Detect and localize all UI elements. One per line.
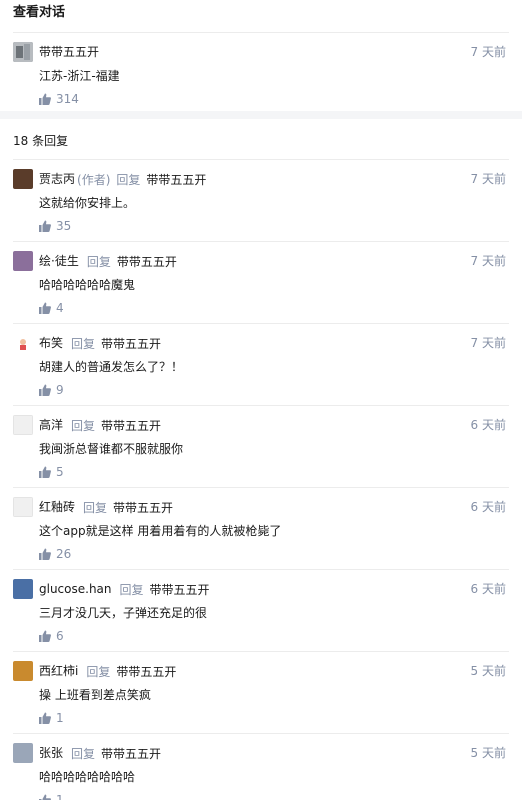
like-button[interactable]: 9 bbox=[39, 382, 509, 398]
reply-time: 5 天前 bbox=[470, 664, 506, 678]
avatar[interactable] bbox=[13, 579, 33, 599]
reply-target-user[interactable]: 带带五五开 bbox=[101, 745, 161, 762]
like-count: 35 bbox=[56, 219, 72, 233]
like-count: 5 bbox=[56, 465, 64, 479]
reply-item: 高洋 回复 带带五五开 6 天前 我闽浙总督谁都不服就服你 5 bbox=[0, 406, 522, 487]
page-title: 查看对话 bbox=[13, 5, 66, 20]
reply-target-user[interactable]: 带带五五开 bbox=[101, 335, 161, 352]
avatar[interactable] bbox=[13, 497, 33, 517]
conversation-header: 查看对话 bbox=[0, 0, 522, 32]
reply-author[interactable]: 布笑 bbox=[39, 333, 63, 353]
avatar[interactable] bbox=[13, 333, 33, 353]
thumbs-up-icon bbox=[39, 630, 51, 642]
thumbs-up-icon bbox=[39, 794, 51, 800]
like-count: 314 bbox=[56, 92, 79, 106]
reply-author[interactable]: 高洋 bbox=[39, 415, 63, 435]
thumbs-up-icon bbox=[39, 93, 51, 105]
reply-content: 哈哈哈哈哈哈哈哈 bbox=[39, 770, 136, 784]
reply-label: 回复 bbox=[116, 172, 141, 187]
reply-content: 操 上班看到差点笑疯 bbox=[39, 688, 151, 702]
reply-author[interactable]: 红釉砖 bbox=[39, 497, 75, 517]
reply-author[interactable]: 西红柿i bbox=[39, 661, 78, 681]
like-count: 4 bbox=[56, 301, 64, 315]
reply-item: 张张 回复 带带五五开 5 天前 哈哈哈哈哈哈哈哈 1 bbox=[0, 734, 522, 800]
thumbs-up-icon bbox=[39, 712, 51, 724]
reply-item: 西红柿i 回复 带带五五开 5 天前 操 上班看到差点笑疯 1 bbox=[0, 652, 522, 733]
section-divider bbox=[0, 111, 522, 119]
reply-time: 5 天前 bbox=[470, 746, 506, 760]
reply-target-user[interactable]: 带带五五开 bbox=[101, 417, 161, 434]
like-count: 9 bbox=[56, 383, 64, 397]
like-button[interactable]: 4 bbox=[39, 300, 509, 316]
avatar[interactable] bbox=[13, 169, 33, 189]
reply-item: glucose.han 回复 带带五五开 6 天前 三月才没几天，子弹还充足的很… bbox=[0, 570, 522, 651]
reply-target-user[interactable]: 带带五五开 bbox=[113, 499, 173, 516]
thumbs-up-icon bbox=[39, 302, 51, 314]
thumbs-up-icon bbox=[39, 384, 51, 396]
reply-content: 这就给你安排上。 bbox=[39, 196, 136, 210]
reply-label: 回复 bbox=[86, 664, 111, 679]
reply-target-user[interactable]: 带带五五开 bbox=[117, 253, 177, 270]
like-count: 6 bbox=[56, 629, 64, 643]
reply-target-user[interactable]: 带带五五开 bbox=[116, 663, 176, 680]
reply-time: 6 天前 bbox=[470, 582, 506, 596]
reply-content: 我闽浙总督谁都不服就服你 bbox=[39, 442, 184, 456]
reply-author[interactable]: 贾志丙 bbox=[39, 169, 75, 189]
avatar[interactable] bbox=[13, 251, 33, 271]
like-count: 1 bbox=[56, 711, 64, 725]
like-count: 1 bbox=[56, 793, 64, 800]
reply-item: 绘·徒生 回复 带带五五开 7 天前 哈哈哈哈哈哈魔鬼 4 bbox=[0, 242, 522, 323]
avatar[interactable] bbox=[13, 661, 33, 681]
reply-label: 回复 bbox=[119, 582, 144, 597]
thumbs-up-icon bbox=[39, 548, 51, 560]
like-button[interactable]: 6 bbox=[39, 628, 509, 644]
reply-author[interactable]: 张张 bbox=[39, 743, 63, 763]
reply-author[interactable]: glucose.han bbox=[39, 579, 112, 599]
comment-author[interactable]: 带带五五开 bbox=[39, 42, 99, 62]
reply-item: 布笑 回复 带带五五开 7 天前 胡建人的普通发怎么了？！ 9 bbox=[0, 324, 522, 405]
reply-content: 三月才没几天，子弹还充足的很 bbox=[39, 606, 208, 620]
reply-list: 贾志丙 (作者) 回复 带带五五开 7 天前 这就给你安排上。 35 绘·徒生 … bbox=[0, 160, 522, 800]
avatar[interactable] bbox=[13, 42, 33, 62]
avatar[interactable] bbox=[13, 743, 33, 763]
thumbs-up-icon bbox=[39, 466, 51, 478]
comment-time: 7 天前 bbox=[470, 45, 506, 59]
replies-count: 18 条回复 bbox=[13, 134, 69, 148]
reply-label: 回复 bbox=[83, 500, 108, 515]
reply-label: 回复 bbox=[71, 746, 96, 761]
reply-time: 6 天前 bbox=[470, 418, 506, 432]
reply-time: 7 天前 bbox=[470, 172, 506, 186]
like-count: 26 bbox=[56, 547, 72, 561]
like-button[interactable]: 5 bbox=[39, 464, 509, 480]
like-button[interactable]: 314 bbox=[39, 91, 509, 107]
author-badge: (作者) bbox=[77, 172, 111, 187]
reply-label: 回复 bbox=[86, 254, 111, 269]
reply-content: 这个app就是这样 用着用着有的人就被枪毙了 bbox=[39, 524, 282, 538]
like-button[interactable]: 35 bbox=[39, 218, 509, 234]
like-button[interactable]: 1 bbox=[39, 792, 509, 800]
like-button[interactable]: 26 bbox=[39, 546, 509, 562]
reply-time: 7 天前 bbox=[470, 254, 506, 268]
reply-item: 贾志丙 (作者) 回复 带带五五开 7 天前 这就给你安排上。 35 bbox=[0, 160, 522, 241]
reply-target-user[interactable]: 带带五五开 bbox=[150, 581, 210, 598]
reply-time: 6 天前 bbox=[470, 500, 506, 514]
avatar[interactable] bbox=[13, 415, 33, 435]
thumbs-up-icon bbox=[39, 220, 51, 232]
reply-label: 回复 bbox=[71, 418, 96, 433]
comment-content: 江苏-浙江-福建 bbox=[39, 69, 120, 83]
reply-content: 哈哈哈哈哈哈魔鬼 bbox=[39, 278, 136, 292]
like-button[interactable]: 1 bbox=[39, 710, 509, 726]
reply-target-user[interactable]: 带带五五开 bbox=[146, 171, 206, 188]
reply-author[interactable]: 绘·徒生 bbox=[39, 251, 79, 271]
reply-content: 胡建人的普通发怎么了？！ bbox=[39, 360, 184, 374]
reply-item: 红釉砖 回复 带带五五开 6 天前 这个app就是这样 用着用着有的人就被枪毙了… bbox=[0, 488, 522, 569]
reply-time: 7 天前 bbox=[470, 336, 506, 350]
root-comment: 带带五五开 7 天前 江苏-浙江-福建 314 bbox=[0, 33, 522, 111]
reply-label: 回复 bbox=[71, 336, 96, 351]
